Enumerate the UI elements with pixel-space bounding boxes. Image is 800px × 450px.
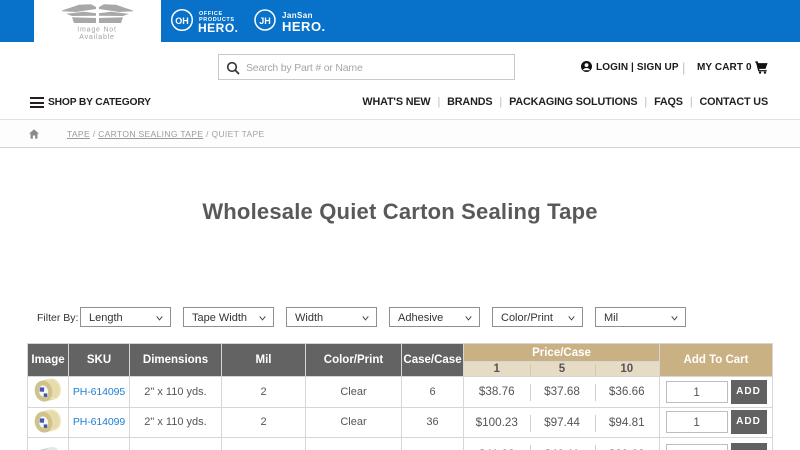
svg-text:HERO.: HERO. [282,19,326,34]
svg-text:HERO.: HERO. [198,21,239,35]
svg-text:Available: Available [79,34,114,41]
svg-text:JH: JH [259,16,271,26]
svg-text:Image Not: Image Not [77,27,117,34]
svg-text:OH: OH [175,16,189,26]
